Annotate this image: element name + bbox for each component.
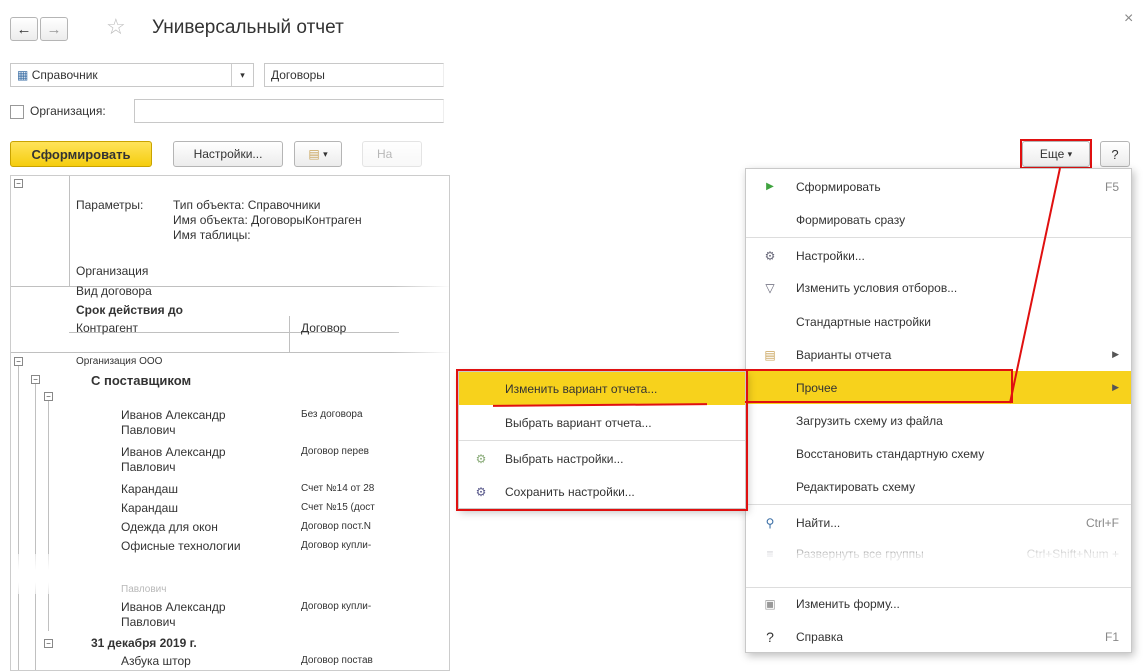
annotation-line <box>1009 167 1061 404</box>
